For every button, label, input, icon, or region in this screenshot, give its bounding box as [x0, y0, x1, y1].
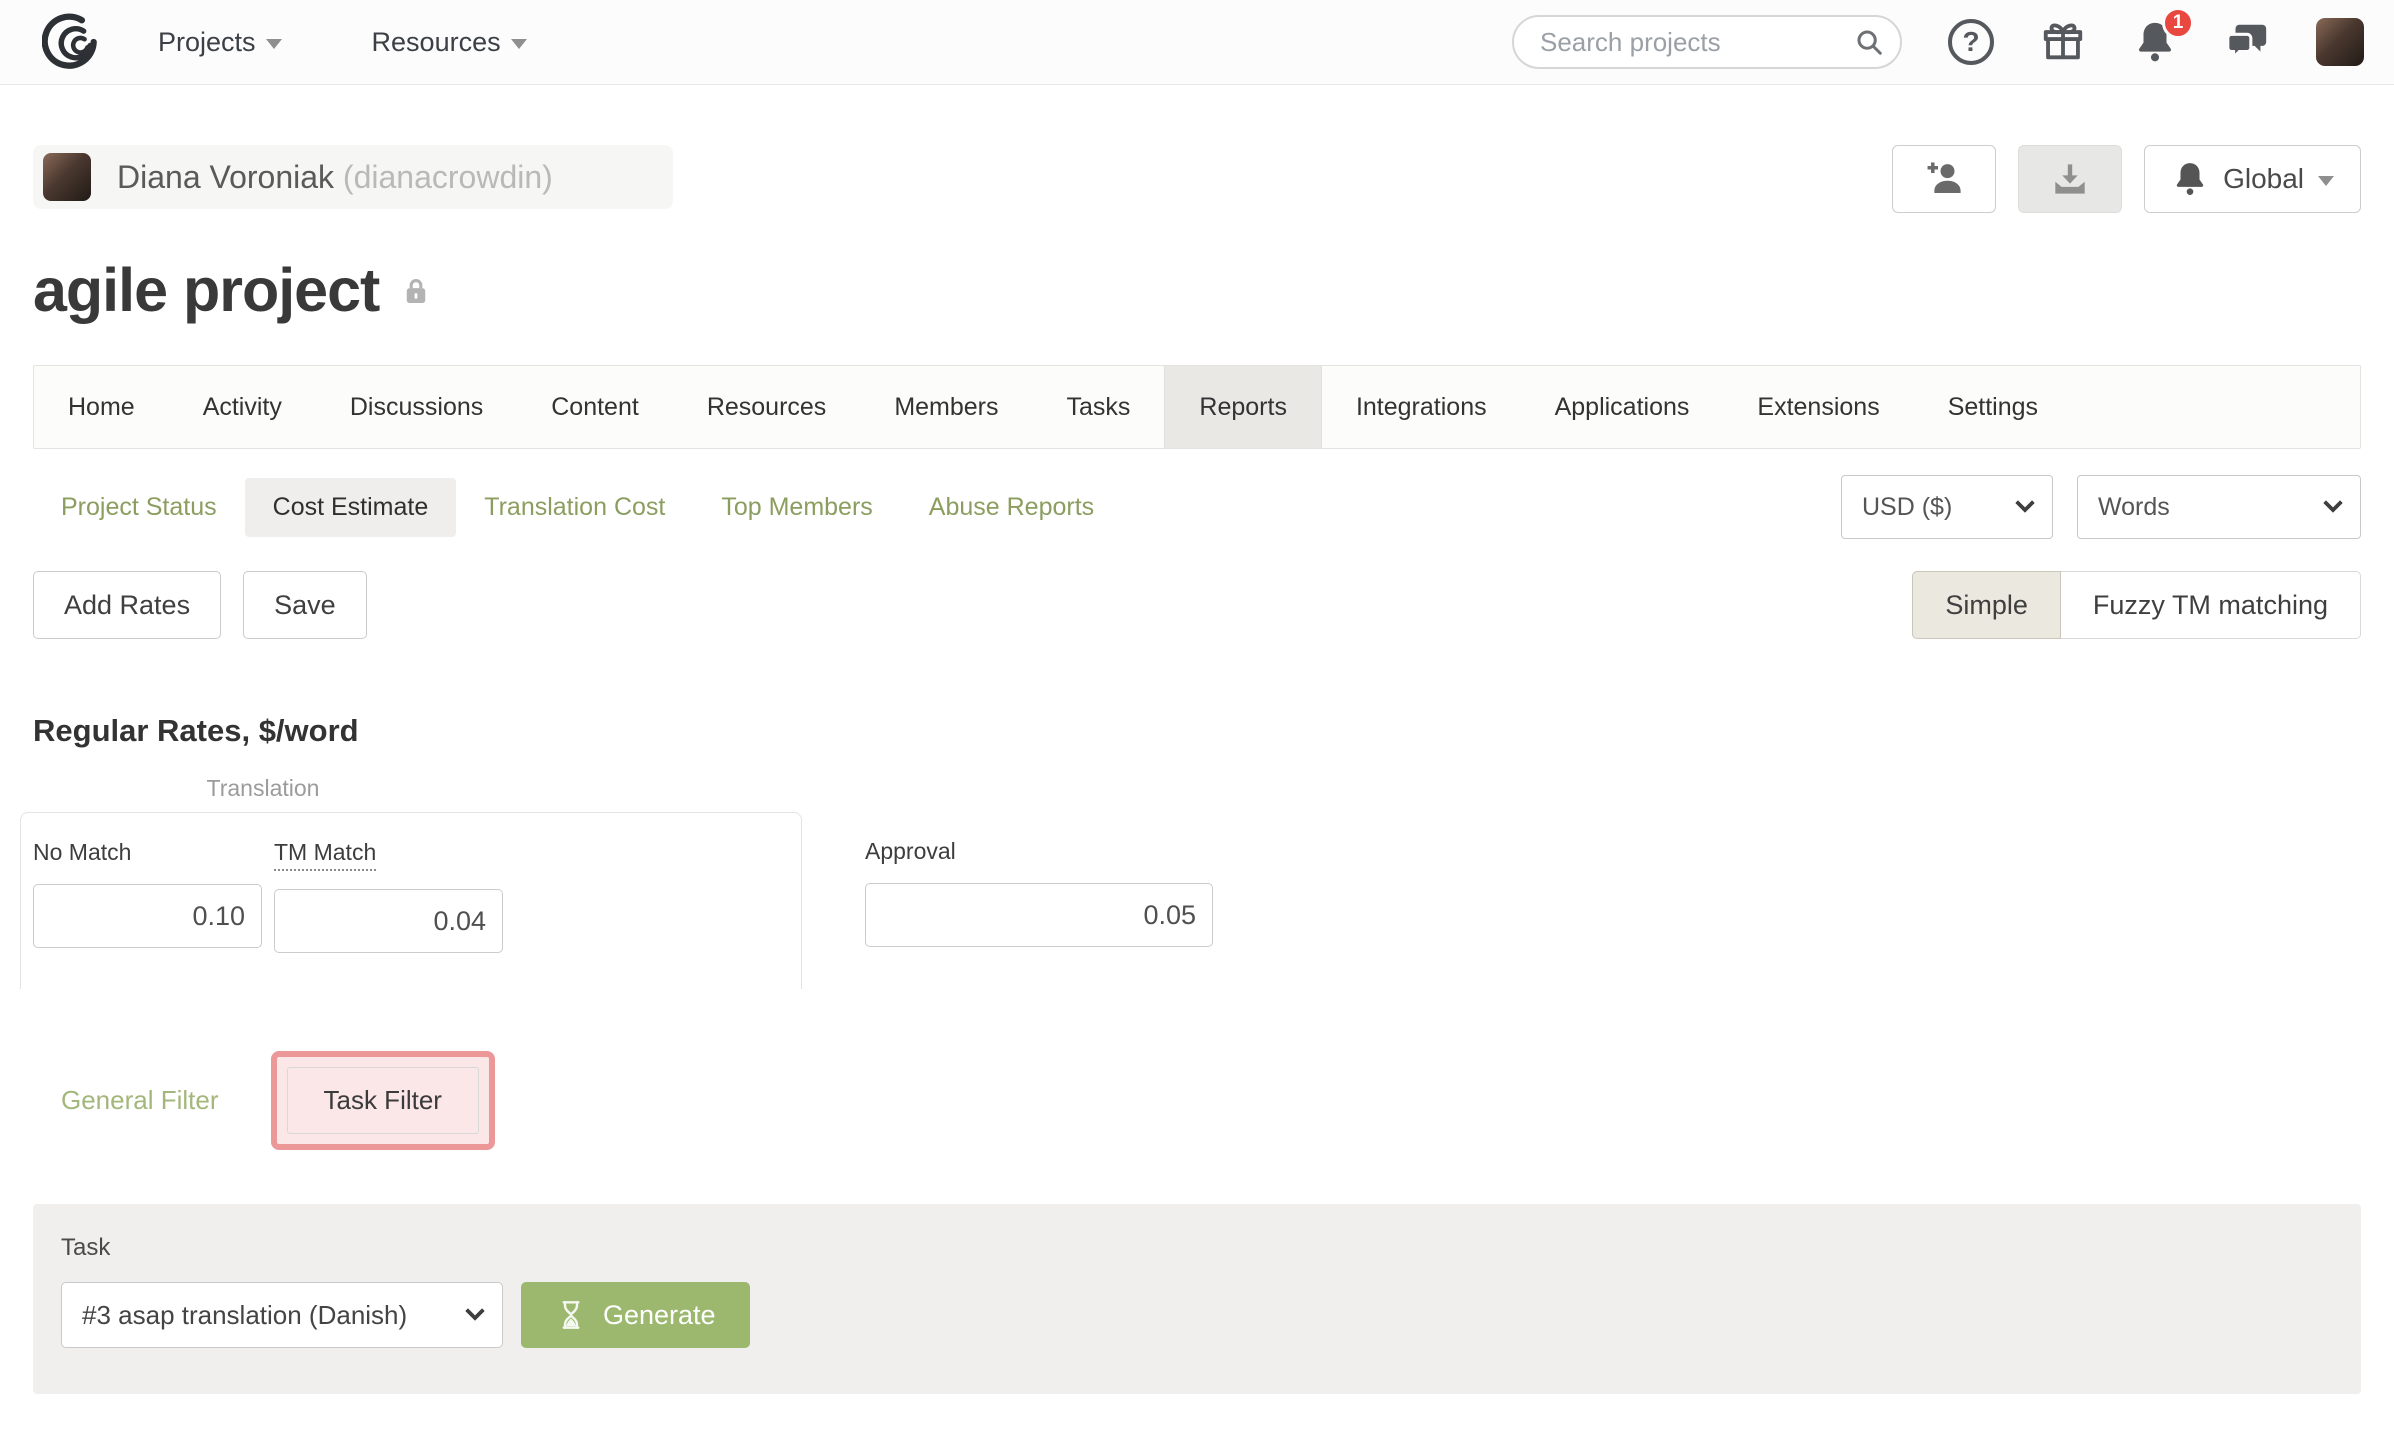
- task-label: Task: [61, 1234, 111, 1261]
- rates-toolbar: Add Rates Save Simple Fuzzy TM matching: [33, 571, 2361, 639]
- tab-home[interactable]: Home: [34, 366, 169, 448]
- subtab-abuse-reports[interactable]: Abuse Reports: [901, 478, 1122, 537]
- tab-activity[interactable]: Activity: [169, 366, 316, 448]
- generate-button[interactable]: Generate: [521, 1282, 750, 1348]
- navbar-right-cluster: ? 1: [1512, 7, 2364, 69]
- owner-name: Diana Voroniak (dianacrowdin): [117, 159, 553, 196]
- global-label: Global: [2223, 163, 2304, 194]
- subtab-cost-estimate[interactable]: Cost Estimate: [244, 477, 457, 537]
- task-filter-panel: Task #3 asap translation (Danish) Genera…: [33, 1204, 2361, 1394]
- project-owner-link[interactable]: Diana Voroniak (dianacrowdin): [33, 145, 673, 209]
- page-content: Diana Voroniak (dianacrowdin) Global agi…: [0, 145, 2394, 1394]
- chevron-down-icon: [510, 39, 527, 49]
- no-match-column: No Match: [33, 839, 262, 953]
- tm-match-label: TM Match: [274, 839, 377, 871]
- owner-avatar: [43, 153, 91, 201]
- report-settings-controls: USD ($) Words: [1841, 475, 2361, 539]
- tab-tasks[interactable]: Tasks: [1033, 366, 1165, 448]
- filter-tabs-row: General Filter Task Filter: [33, 1051, 2361, 1150]
- project-tabbar: Home Activity Discussions Content Resour…: [33, 365, 2361, 449]
- general-filter-tab[interactable]: General Filter: [33, 1085, 247, 1116]
- no-match-label: No Match: [33, 839, 132, 865]
- subtab-translation-cost[interactable]: Translation Cost: [456, 478, 693, 537]
- hourglass-icon: [562, 1301, 580, 1329]
- subtab-top-members[interactable]: Top Members: [693, 478, 900, 537]
- notifications-bell-icon[interactable]: 1: [2132, 7, 2194, 65]
- tm-match-column: TM Match: [274, 839, 503, 953]
- approval-label: Approval: [865, 838, 956, 864]
- translation-group-box: No Match TM Match: [20, 812, 802, 989]
- resources-menu-label: Resources: [371, 26, 501, 57]
- page-title: agile project: [33, 256, 380, 324]
- task-select-value: #3 asap translation (Danish): [82, 1299, 408, 1330]
- chevron-down-icon: [265, 39, 282, 49]
- rates-row: No Match TM Match Approval: [20, 812, 2361, 989]
- tm-match-input[interactable]: [274, 889, 503, 953]
- tab-settings[interactable]: Settings: [1914, 366, 2072, 448]
- chevron-down-icon: [465, 1301, 485, 1321]
- approval-column: Approval: [865, 812, 1213, 989]
- units-select-value: Words: [2098, 492, 2170, 521]
- gift-icon[interactable]: [2040, 19, 2086, 65]
- approval-input[interactable]: [865, 883, 1213, 947]
- no-match-input[interactable]: [33, 884, 262, 948]
- resources-menu[interactable]: Resources: [372, 27, 527, 58]
- tab-content[interactable]: Content: [517, 366, 673, 448]
- global-notifications-dropdown[interactable]: Global: [2144, 145, 2361, 213]
- task-select[interactable]: #3 asap translation (Danish): [61, 1282, 503, 1348]
- search-input[interactable]: [1512, 15, 1902, 69]
- reports-subtabs: Project Status Cost Estimate Translation…: [33, 475, 2361, 539]
- project-actions: Global: [1892, 145, 2361, 213]
- tab-members[interactable]: Members: [860, 366, 1032, 448]
- save-button[interactable]: Save: [243, 571, 367, 639]
- help-icon[interactable]: ?: [1948, 19, 1994, 65]
- projects-menu-label: Projects: [158, 26, 256, 57]
- notification-badge: 1: [2162, 7, 2194, 39]
- tab-applications[interactable]: Applications: [1521, 366, 1724, 448]
- generate-button-label: Generate: [603, 1299, 716, 1330]
- units-select[interactable]: Words: [2077, 475, 2361, 539]
- tab-extensions[interactable]: Extensions: [1723, 366, 1913, 448]
- regular-rates-heading: Regular Rates, $/word: [33, 713, 359, 748]
- page-title-row: agile project: [33, 255, 2361, 325]
- tab-reports[interactable]: Reports: [1164, 366, 1322, 448]
- mode-simple-button[interactable]: Simple: [1912, 571, 2061, 639]
- mode-fuzzy-tm-button[interactable]: Fuzzy TM matching: [2060, 571, 2361, 639]
- user-avatar[interactable]: [2316, 18, 2364, 66]
- chevron-down-icon: [2318, 176, 2334, 186]
- currency-select[interactable]: USD ($): [1841, 475, 2053, 539]
- search-wrap: [1512, 15, 1902, 69]
- currency-select-value: USD ($): [1862, 492, 1953, 521]
- translation-group-caption: Translation: [206, 775, 320, 801]
- tab-discussions[interactable]: Discussions: [316, 366, 517, 448]
- search-icon[interactable]: [1854, 27, 1884, 62]
- download-button[interactable]: [2018, 145, 2123, 213]
- subtab-project-status[interactable]: Project Status: [33, 478, 245, 537]
- rates-mode-toggle: Simple Fuzzy TM matching: [1912, 571, 2361, 639]
- owner-username: (dianacrowdin): [342, 158, 553, 195]
- crowdin-logo-icon[interactable]: [42, 13, 100, 71]
- chevron-down-icon: [2015, 493, 2035, 513]
- messages-icon[interactable]: [2224, 19, 2270, 65]
- task-controls: #3 asap translation (Danish) Generate: [61, 1282, 2333, 1348]
- chevron-down-icon: [2323, 493, 2343, 513]
- task-filter-highlight[interactable]: Task Filter: [270, 1051, 495, 1150]
- tab-resources[interactable]: Resources: [673, 366, 861, 448]
- top-navbar: Projects Resources ?: [0, 0, 2394, 85]
- invite-people-button[interactable]: [1892, 145, 1997, 213]
- add-rates-button[interactable]: Add Rates: [33, 571, 222, 639]
- tab-integrations[interactable]: Integrations: [1322, 366, 1521, 448]
- task-filter-tab[interactable]: Task Filter: [286, 1067, 479, 1134]
- project-header-row: Diana Voroniak (dianacrowdin) Global: [33, 145, 2361, 213]
- projects-menu[interactable]: Projects: [158, 27, 282, 58]
- owner-display-name: Diana Voroniak: [117, 158, 335, 195]
- private-lock-icon: [399, 274, 433, 313]
- help-icon-glyph: ?: [1948, 19, 1994, 65]
